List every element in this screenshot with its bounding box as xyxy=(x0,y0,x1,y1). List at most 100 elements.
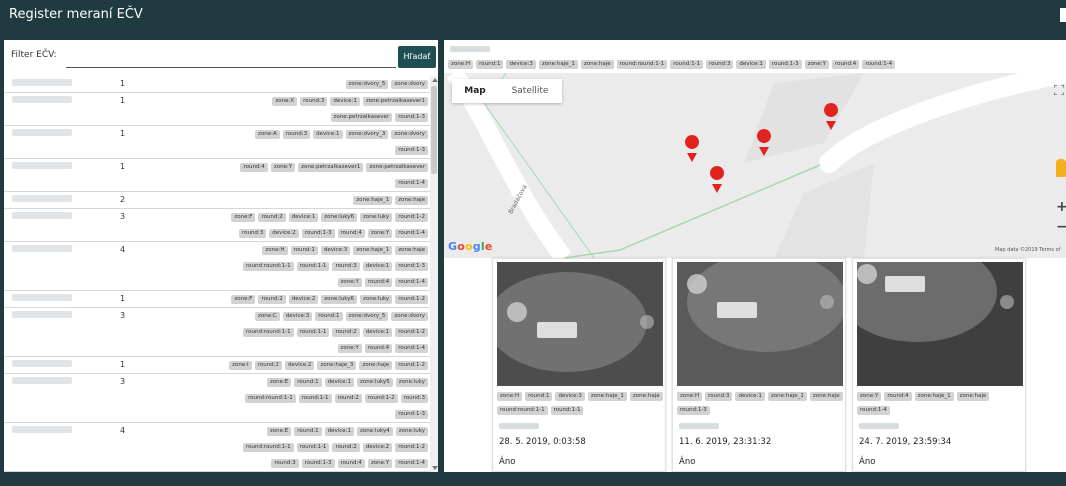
tag-chip[interactable]: round:1-3 xyxy=(395,261,428,271)
table-row[interactable]: 3 zone:F round:2 device:1 zone:luky6 zone:luk… xyxy=(4,209,430,242)
tag-chip[interactable]: zone:haje xyxy=(580,60,614,69)
tag-chip[interactable]: zone:haje_1 xyxy=(538,60,578,69)
tag-chip[interactable]: round:1-1 xyxy=(298,393,332,403)
tag-chip[interactable]: zone:luky5 xyxy=(357,377,393,387)
table-row[interactable]: 3 zone:C device:3 round:1 zone:dvory_5 zone:d… xyxy=(4,308,430,357)
tag-chip[interactable]: round:1 xyxy=(525,391,553,401)
tag-chip[interactable]: round:round:1-1 xyxy=(242,442,294,452)
tag-chip[interactable]: round:1-1 xyxy=(550,405,584,415)
tag-chip[interactable]: zone:haje xyxy=(395,245,428,255)
photo-card[interactable]: zone:H round:1 device:3 zone:haje_1 zone:haj… xyxy=(492,258,666,472)
tag-chip[interactable]: zone:A xyxy=(255,129,280,139)
tag-chip[interactable]: device:1 xyxy=(362,327,393,337)
tag-chip[interactable]: zone:Y xyxy=(857,391,882,401)
tag-chip[interactable]: device:3 xyxy=(506,60,536,69)
table-row[interactable]: 1 zone:I round:2 device:2 zone:haje_3 zone:ha… xyxy=(4,357,430,374)
filter-input[interactable] xyxy=(66,67,396,68)
tag-chip[interactable]: round:2 xyxy=(332,327,360,337)
map-pin-4[interactable] xyxy=(710,166,725,193)
camera-photo[interactable] xyxy=(497,262,663,386)
tag-chip[interactable]: zone:haje xyxy=(359,360,393,370)
tag-chip[interactable]: round:4 xyxy=(831,60,860,69)
tag-chip[interactable]: zone:dvory_5 xyxy=(345,79,389,89)
tag-chip[interactable]: round:3 xyxy=(705,391,733,401)
tag-chip[interactable]: round:3 xyxy=(282,129,311,139)
tag-chip[interactable]: zone:petrzalkasever xyxy=(330,112,393,122)
tag-chip[interactable]: zone:luky xyxy=(359,294,393,304)
tag-chip[interactable]: round:1-4 xyxy=(395,277,428,287)
tag-chip[interactable]: round:3 xyxy=(400,393,428,403)
table-row[interactable]: 3 zone:E round:1 device:1 zone:luky5 zone:luk… xyxy=(4,374,430,423)
camera-photo[interactable] xyxy=(677,262,843,386)
tag-chip[interactable]: round:1-3 xyxy=(301,458,335,468)
tag-chip[interactable]: round:3 xyxy=(706,60,734,69)
tag-chip[interactable]: round:1-2 xyxy=(395,360,428,370)
tab-satellite[interactable]: Satellite xyxy=(498,79,562,103)
tag-chip[interactable]: device:1 xyxy=(362,261,393,271)
tag-chip[interactable]: zone:luky6 xyxy=(321,212,357,222)
map-view[interactable]: Map Satellite + − Bradáčova Google Map d… xyxy=(444,73,1066,258)
tag-chip[interactable]: zone:haje_1 xyxy=(353,195,393,205)
tag-chip[interactable]: round:2 xyxy=(332,442,360,452)
zoom-in-icon[interactable]: + xyxy=(1056,197,1066,217)
tag-chip[interactable]: round:1-2 xyxy=(395,294,428,304)
tag-chip[interactable]: round:1-3 xyxy=(395,112,428,122)
tag-chip[interactable]: round:1-4 xyxy=(395,228,428,238)
tag-chip[interactable]: round:1-3 xyxy=(677,405,710,415)
tag-chip[interactable]: round:4 xyxy=(364,343,393,353)
tag-chip[interactable]: round:1-3 xyxy=(768,60,802,69)
tag-chip[interactable]: zone:petrzalkasever1 xyxy=(362,96,428,106)
tag-chip[interactable]: round:1 xyxy=(294,377,322,387)
tag-chip[interactable]: zone:H xyxy=(497,391,523,401)
tag-chip[interactable]: zone:haje_1 xyxy=(353,245,393,255)
table-scrollbar[interactable] xyxy=(430,76,438,472)
tag-chip[interactable]: round:2 xyxy=(258,212,286,222)
table-row[interactable]: 4 zone:E round:1 device:1 zone:luky4 zone:luk… xyxy=(4,423,430,472)
zoom-out-icon[interactable]: − xyxy=(1056,217,1066,237)
tag-chip[interactable]: device:3 xyxy=(282,311,313,321)
tag-chip[interactable]: round:3 xyxy=(300,96,328,106)
tag-chip[interactable]: zone:F xyxy=(231,212,256,222)
tag-chip[interactable]: device:1 xyxy=(735,391,765,401)
tag-chip[interactable]: round:1 xyxy=(476,60,504,69)
tag-chip[interactable]: zone:haje_3 xyxy=(317,360,357,370)
tag-chip[interactable]: round:3 xyxy=(271,458,299,468)
tag-chip[interactable]: zone:luky4 xyxy=(357,426,393,436)
tag-chip[interactable]: zone:H xyxy=(262,245,288,255)
tag-chip[interactable]: device:1 xyxy=(324,377,355,387)
tag-chip[interactable]: zone:haje xyxy=(629,391,663,401)
tag-chip[interactable]: zone:luky xyxy=(395,426,428,436)
tag-chip[interactable]: device:2 xyxy=(285,360,315,370)
tag-chip[interactable]: zone:Y xyxy=(270,162,296,172)
tag-chip[interactable]: round:2 xyxy=(258,294,286,304)
tag-chip[interactable]: round:2 xyxy=(334,393,362,403)
tag-chip[interactable]: zone:haje xyxy=(395,195,428,205)
tag-chip[interactable]: zone:dvory xyxy=(391,311,428,321)
tag-chip[interactable]: zone:Y xyxy=(337,343,362,353)
tag-chip[interactable]: round:3 xyxy=(238,228,267,238)
tag-chip[interactable]: round:round:1-1 xyxy=(242,261,294,271)
tag-chip[interactable]: round:round:1-1 xyxy=(616,60,668,69)
tag-chip[interactable]: round:round:1-1 xyxy=(242,327,294,337)
tag-chip[interactable]: device:1 xyxy=(330,96,360,106)
tag-chip[interactable]: round:1-4 xyxy=(857,405,890,415)
tag-chip[interactable]: zone:F xyxy=(231,294,256,304)
tag-chip[interactable]: zone:luky xyxy=(359,212,393,222)
tag-chip[interactable]: device:2 xyxy=(288,294,319,304)
scroll-down-icon[interactable] xyxy=(432,466,438,470)
tag-chip[interactable]: zone:petrzalkasever xyxy=(366,162,428,172)
tag-chip[interactable]: zone:petrzalkasever1 xyxy=(298,162,364,172)
map-attribution[interactable]: Map data ©2019 Terms of xyxy=(995,247,1060,253)
tag-chip[interactable]: round:round:1-1 xyxy=(245,393,296,403)
tag-chip[interactable]: round:1-3 xyxy=(395,145,428,155)
tag-chip[interactable]: zone:haje_1 xyxy=(587,391,627,401)
search-button[interactable]: Hľadať xyxy=(398,46,436,68)
tag-chip[interactable]: zone:haje_1 xyxy=(767,391,807,401)
map-pin-1[interactable] xyxy=(685,135,700,162)
tag-chip[interactable]: round:1-2 xyxy=(395,212,428,222)
tag-chip[interactable]: device:2 xyxy=(269,228,299,238)
tag-chip[interactable]: zone:X xyxy=(272,96,298,106)
photo-card[interactable]: zone:H round:3 device:1 zone:haje_1 zone:haj… xyxy=(672,258,846,472)
tag-chip[interactable]: zone:haje_1 xyxy=(914,391,954,401)
table-row[interactable]: 4 zone:H round:1 device:3 zone:haje_1 zone:ha… xyxy=(4,242,430,291)
